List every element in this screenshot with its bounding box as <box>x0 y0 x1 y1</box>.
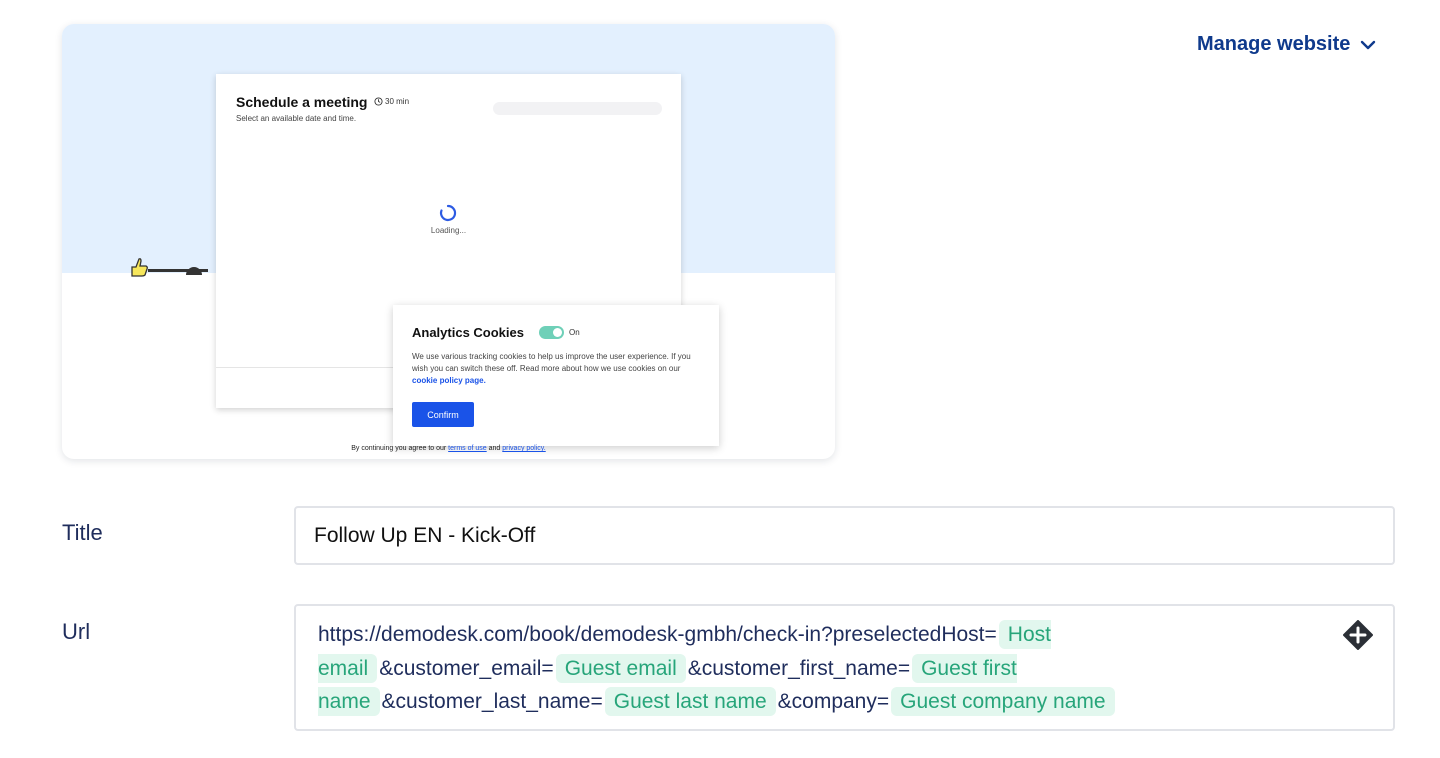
toggle-label: On <box>569 328 580 337</box>
url-segment: &customer_first_name= <box>687 656 911 680</box>
title-input[interactable] <box>294 506 1395 565</box>
manage-website-dropdown[interactable]: Manage website <box>1197 33 1376 56</box>
url-segment: &customer_last_name= <box>381 690 603 713</box>
url-segment: &company= <box>777 690 890 713</box>
url-field[interactable]: https://demodesk.com/book/demodesk-gmbh/… <box>294 604 1395 731</box>
website-preview: Schedule a meeting 30 min Select an avai… <box>62 24 835 459</box>
url-text[interactable]: https://demodesk.com/book/demodesk-gmbh/… <box>318 618 1328 719</box>
toggle-knob <box>553 328 562 337</box>
meeting-subtitle: Select an available date and time. <box>236 114 357 123</box>
cookie-description: We use various tracking cookies to help … <box>412 351 697 387</box>
terms-notice: By continuing you agree to our terms of … <box>62 445 835 452</box>
loading-spinner-icon <box>439 204 457 222</box>
variable-chip[interactable]: Guest email <box>555 653 686 683</box>
analytics-toggle[interactable] <box>539 326 564 339</box>
chevron-down-icon <box>1361 40 1376 49</box>
move-icon[interactable] <box>1343 620 1373 650</box>
confirm-button[interactable]: Confirm <box>412 402 474 427</box>
duration-text: 30 min <box>385 97 410 106</box>
loading-text: Loading... <box>430 226 467 235</box>
url-label: Url <box>62 619 91 644</box>
cookie-policy-link[interactable]: cookie policy page. <box>412 376 486 385</box>
placeholder-bar <box>493 102 662 115</box>
cookie-dialog: Analytics Cookies On We use various trac… <box>393 305 719 446</box>
privacy-link[interactable]: privacy policy. <box>502 445 545 452</box>
meeting-title: Schedule a meeting <box>236 94 368 110</box>
url-segment: https://demodesk.com/book/demodesk-gmbh/… <box>318 623 997 646</box>
terms-prefix: By continuing you agree to our <box>351 445 447 452</box>
cookie-text: We use various tracking cookies to help … <box>412 352 691 373</box>
terms-and: and <box>488 445 501 452</box>
meeting-duration: 30 min <box>374 97 409 106</box>
variable-chip[interactable]: Guest last name <box>604 687 776 716</box>
cookie-title: Analytics Cookies <box>412 325 524 340</box>
variable-chip[interactable]: Guest company name <box>891 687 1115 716</box>
terms-link[interactable]: terms of use <box>448 445 487 452</box>
title-label: Title <box>62 520 103 545</box>
clock-icon <box>374 97 383 106</box>
thumbs-up-icon <box>131 258 148 277</box>
url-segment: &customer_email= <box>379 656 554 680</box>
manage-website-label: Manage website <box>1197 33 1351 55</box>
